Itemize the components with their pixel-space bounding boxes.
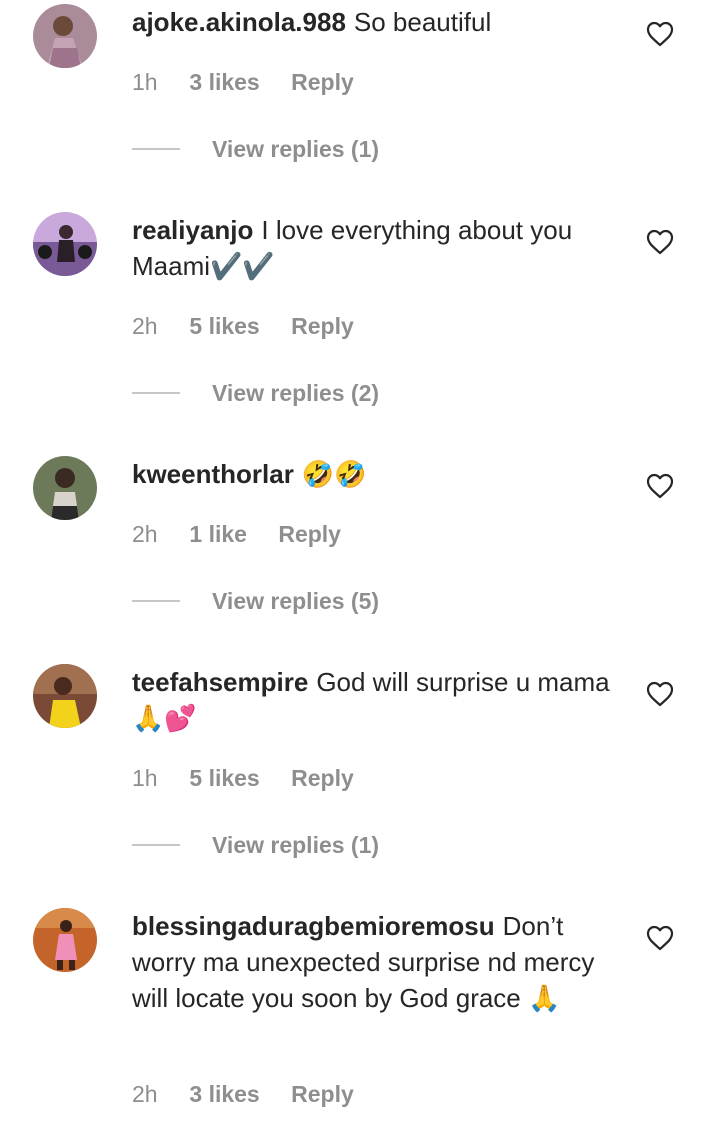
comment-time: 1h	[132, 69, 158, 95]
comment-meta: 1h 3 likes Reply	[132, 67, 354, 97]
heart-icon[interactable]	[646, 21, 674, 47]
comment-likes[interactable]: 3 likes	[189, 1079, 259, 1109]
reply-button[interactable]: Reply	[291, 763, 354, 793]
view-replies-label: View replies (1)	[212, 136, 380, 162]
comment-meta: 2h 1 like Reply	[132, 519, 341, 549]
replies-divider	[132, 599, 180, 602]
comment-time: 1h	[132, 765, 158, 791]
replies-divider	[132, 843, 180, 846]
comment-time: 2h	[132, 313, 158, 339]
comment-likes[interactable]: 1 like	[189, 519, 247, 549]
avatar[interactable]	[33, 4, 97, 68]
view-replies-label: View replies (2)	[212, 380, 380, 406]
comment-username[interactable]: ajoke.akinola.988	[132, 7, 346, 37]
comment-username[interactable]: teefahsempire	[132, 667, 308, 697]
replies-divider	[132, 147, 180, 150]
comment-username[interactable]: realiyanjo	[132, 215, 253, 245]
view-replies-button[interactable]: View replies (2)	[132, 378, 379, 408]
reply-button[interactable]: Reply	[291, 311, 354, 341]
avatar[interactable]	[33, 212, 97, 276]
avatar[interactable]	[33, 908, 97, 972]
comment-text: realiyanjo I love everything about you Ma…	[132, 212, 612, 284]
comment-text: ajoke.akinola.988 So beautiful	[132, 4, 612, 40]
comment-time: 2h	[132, 1081, 158, 1107]
heart-icon[interactable]	[646, 229, 674, 255]
heart-icon[interactable]	[646, 681, 674, 707]
comment-text: kweenthorlar 🤣🤣	[132, 456, 612, 493]
comment-meta: 1h 5 likes Reply	[132, 763, 354, 793]
comment-body: 🤣🤣	[301, 460, 367, 490]
comment-meta: 2h 5 likes Reply	[132, 311, 354, 341]
view-replies-button[interactable]: View replies (5)	[132, 586, 379, 616]
comment-meta: 2h 3 likes Reply	[132, 1079, 354, 1109]
replies-divider	[132, 391, 180, 394]
heart-icon[interactable]	[646, 473, 674, 499]
reply-button[interactable]: Reply	[278, 519, 341, 549]
view-replies-label: View replies (1)	[212, 832, 380, 858]
comment-text: teefahsempire God will surprise u mama 🙏💕	[132, 664, 612, 736]
comment-likes[interactable]: 5 likes	[189, 763, 259, 793]
reply-button[interactable]: Reply	[291, 67, 354, 97]
heart-icon[interactable]	[646, 925, 674, 951]
comment-text: blessingaduragbemioremosu Don’t worry ma …	[132, 908, 612, 1016]
view-replies-button[interactable]: View replies (1)	[132, 830, 379, 860]
comment-username[interactable]: kweenthorlar	[132, 459, 294, 489]
comment-username[interactable]: blessingaduragbemioremosu	[132, 911, 495, 941]
comment-likes[interactable]: 3 likes	[189, 67, 259, 97]
reply-button[interactable]: Reply	[291, 1079, 354, 1109]
comment-body: So beautiful	[353, 7, 492, 37]
avatar[interactable]	[33, 664, 97, 728]
view-replies-button[interactable]: View replies (1)	[132, 134, 379, 164]
comment-time: 2h	[132, 521, 158, 547]
view-replies-label: View replies (5)	[212, 588, 380, 614]
avatar[interactable]	[33, 456, 97, 520]
comment-likes[interactable]: 5 likes	[189, 311, 259, 341]
